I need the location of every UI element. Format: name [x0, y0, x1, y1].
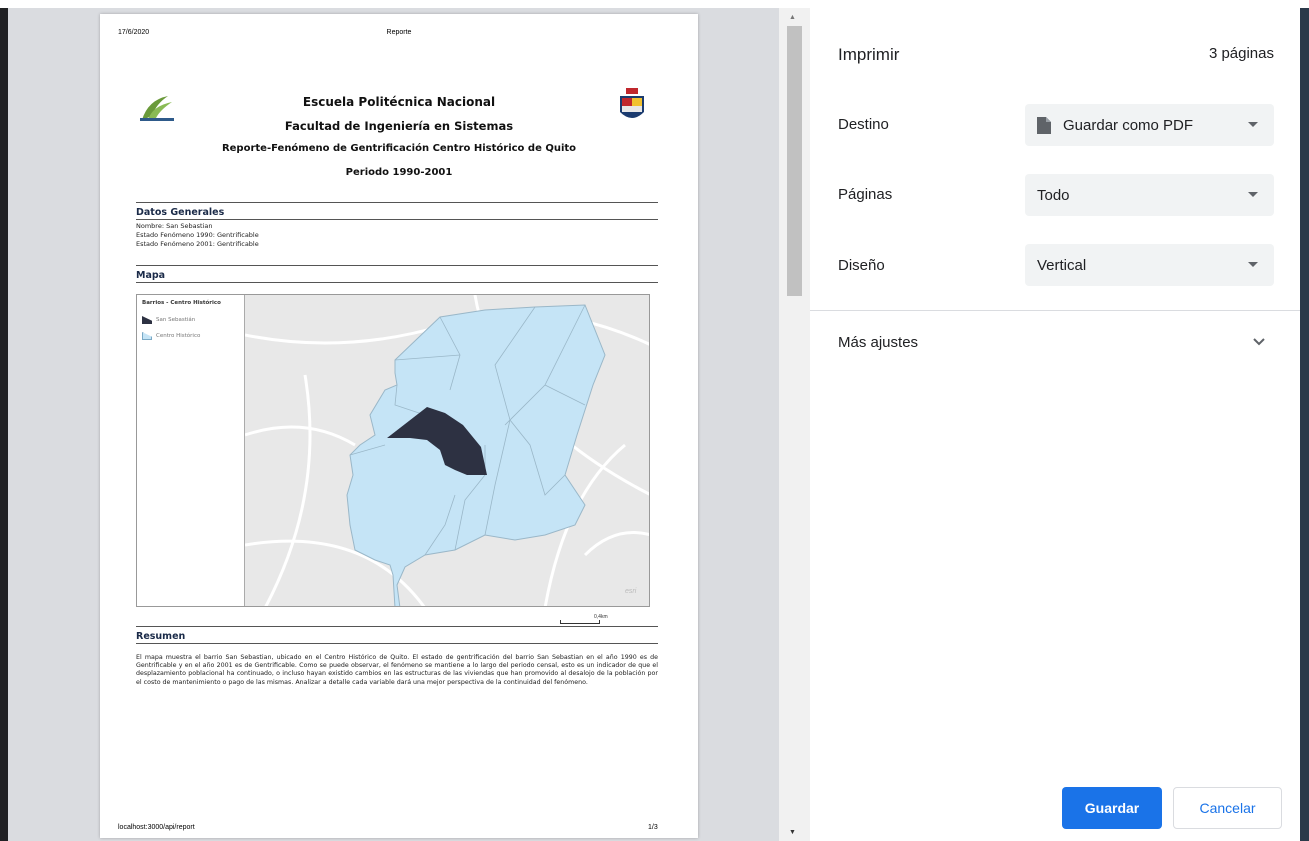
dropdown-caret-icon — [1248, 192, 1258, 197]
background-window-edge — [1300, 8, 1309, 841]
scale-label: 0,4km — [594, 614, 608, 620]
mas-ajustes-toggle[interactable]: Más ajustes — [810, 320, 1300, 366]
cancel-button[interactable]: Cancelar — [1173, 787, 1282, 829]
destino-label: Destino — [838, 116, 889, 133]
paginas-label: Páginas — [838, 186, 893, 203]
legend-label: Centro Histórico — [156, 333, 201, 339]
report-title-period: Periodo 1990-2001 — [345, 167, 453, 178]
dg-estado-2001: Estado Fenómeno 2001: Gentrificable — [136, 240, 259, 248]
chevron-down-icon — [1253, 338, 1265, 346]
map-figure: Barrios - Centro Histórico San Sebastián… — [136, 294, 650, 607]
report-title-faculty: Facultad de Ingeniería en Sistemas — [284, 119, 514, 133]
divider — [136, 643, 658, 644]
dropdown-caret-icon — [1248, 122, 1258, 127]
destino-select[interactable]: Guardar como PDF — [1025, 104, 1274, 146]
divider — [136, 219, 658, 220]
diseno-label: Diseño — [838, 257, 885, 274]
legend-item-san-sebastian: San Sebastián — [142, 316, 195, 324]
map-canvas — [245, 295, 649, 606]
page-count: 3 páginas — [1208, 45, 1274, 62]
dropdown-caret-icon — [1248, 262, 1258, 267]
save-button[interactable]: Guardar — [1062, 787, 1162, 829]
legend-swatch — [142, 332, 152, 340]
section-resumen: Resumen — [136, 631, 186, 642]
resumen-text: El mapa muestra el barrio San Sebastian,… — [136, 654, 658, 686]
page-footer-url: localhost:3000/api/report — [118, 824, 195, 831]
document-icon — [1037, 116, 1051, 134]
diseno-value: Vertical — [1037, 256, 1087, 274]
divider — [136, 282, 658, 283]
scrollbar-thumb[interactable] — [787, 26, 802, 296]
panel-divider — [810, 310, 1300, 311]
panel-title: Imprimir — [838, 45, 900, 64]
mas-ajustes-label: Más ajustes — [838, 334, 919, 351]
section-mapa: Mapa — [136, 270, 166, 281]
print-preview-area[interactable]: 17/6/2020 Reporte Escuela Politécnica Na… — [8, 8, 810, 841]
divider — [136, 626, 658, 627]
window-top-edge — [0, 0, 1309, 8]
map-attribution: esri — [625, 588, 637, 595]
map-legend: Barrios - Centro Histórico San Sebastián… — [137, 295, 245, 606]
page-footer-number: 1/3 — [648, 824, 658, 831]
dg-nombre: Nombre: San Sebastian — [136, 222, 213, 230]
scroll-up-arrow-icon[interactable]: ▲ — [789, 14, 796, 21]
dg-estado-1990: Estado Fenómeno 1990: Gentrificable — [136, 231, 259, 239]
report-title-topic: Reporte-Fenómeno de Gentrificación Centr… — [221, 143, 577, 154]
section-datos-generales: Datos Generales — [136, 207, 225, 218]
destino-value: Guardar como PDF — [1063, 116, 1194, 134]
legend-item-centro-historico: Centro Histórico — [142, 332, 200, 340]
scale-bar — [560, 620, 600, 624]
divider — [136, 265, 658, 266]
scroll-down-arrow-icon[interactable]: ▼ — [789, 829, 796, 836]
page-header-title: Reporte — [386, 29, 412, 36]
paginas-select[interactable]: Todo — [1025, 174, 1274, 216]
report-title-school: Escuela Politécnica Nacional — [302, 95, 496, 109]
preview-page: 17/6/2020 Reporte Escuela Politécnica Na… — [100, 14, 698, 838]
legend-label: San Sebastián — [156, 317, 196, 323]
legend-swatch — [142, 316, 152, 324]
legend-title: Barrios - Centro Histórico — [142, 300, 221, 306]
paginas-value: Todo — [1037, 186, 1070, 204]
divider — [136, 202, 658, 203]
print-settings-panel: Imprimir 3 páginas Destino Guardar como … — [810, 8, 1300, 841]
diseno-select[interactable]: Vertical — [1025, 244, 1274, 286]
